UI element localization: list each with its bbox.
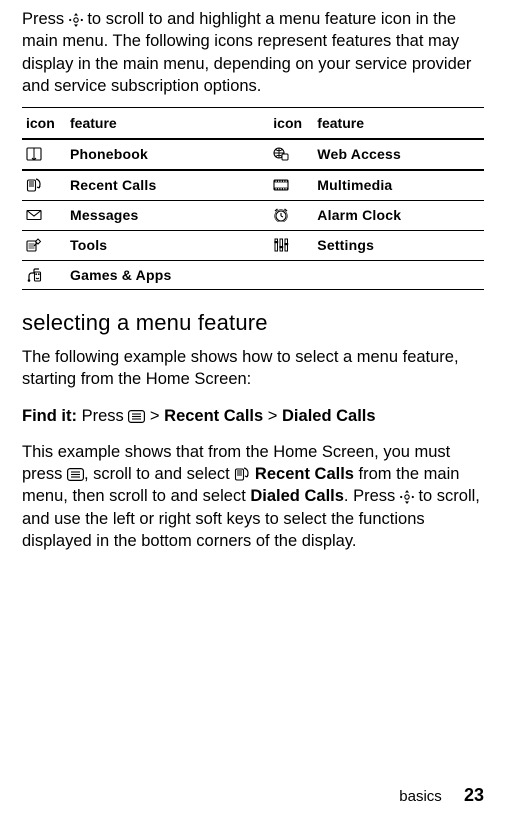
feature-label: Tools (66, 230, 269, 260)
recent-calls-icon (234, 465, 250, 479)
messages-icon (26, 208, 62, 222)
gt: > (263, 407, 282, 425)
menu-key-icon (128, 410, 145, 423)
find-it-text: Press (82, 407, 129, 425)
feature-label: Settings (313, 230, 484, 260)
feature-label: Alarm Clock (313, 200, 484, 230)
intro-paragraph: Press to scroll to and highlight a menu … (22, 8, 484, 97)
bold-path: Recent Calls (164, 407, 263, 425)
find-it-line: Find it: Press > Recent Calls > Dialed C… (22, 405, 484, 427)
page-number: 23 (464, 785, 484, 805)
paragraph: This example shows that from the Home Sc… (22, 441, 484, 552)
find-it-label: Find it: (22, 407, 77, 425)
col-feat-1: feature (66, 108, 269, 139)
intro-text-1: Press (22, 10, 69, 28)
bold-inline: Dialed Calls (250, 487, 344, 505)
feature-label: Games & Apps (66, 260, 269, 290)
nav-key-icon (400, 490, 414, 504)
section-heading: selecting a menu feature (22, 308, 484, 338)
nav-key-icon (69, 13, 83, 27)
col-icon-2: icon (269, 108, 313, 139)
table-row: Tools Settings (22, 230, 484, 260)
intro-text-2: to scroll to and highlight a menu featur… (22, 10, 471, 95)
table-row: Recent Calls Multimedia (22, 170, 484, 200)
feature-icon-table: icon feature icon feature Phonebook Web … (22, 107, 484, 290)
multimedia-icon (273, 178, 309, 192)
page-footer: basics 23 (399, 783, 484, 807)
settings-icon (273, 238, 309, 252)
footer-section: basics (399, 788, 442, 805)
col-icon-1: icon (22, 108, 66, 139)
tools-icon (26, 238, 62, 252)
feature-label: Recent Calls (66, 170, 269, 200)
table-row: Games & Apps (22, 260, 484, 290)
gt: > (145, 407, 164, 425)
feature-label: Multimedia (313, 170, 484, 200)
feature-label: Messages (66, 200, 269, 230)
menu-key-icon (67, 468, 84, 481)
paragraph: The following example shows how to selec… (22, 346, 484, 391)
bold-inline: Recent Calls (250, 465, 354, 483)
recent-calls-icon (26, 178, 62, 192)
feature-label: Web Access (313, 139, 484, 170)
table-row: Messages Alarm Clock (22, 200, 484, 230)
games-apps-icon (26, 268, 62, 282)
phonebook-icon (26, 147, 62, 161)
web-access-icon (273, 147, 309, 161)
feature-label: Phonebook (66, 139, 269, 170)
table-row: Phonebook Web Access (22, 139, 484, 170)
text: , scroll to and select (84, 465, 234, 483)
feature-label (313, 260, 484, 290)
col-feat-2: feature (313, 108, 484, 139)
text: . Press (344, 487, 400, 505)
bold-path: Dialed Calls (282, 407, 376, 425)
alarm-clock-icon (273, 208, 309, 222)
